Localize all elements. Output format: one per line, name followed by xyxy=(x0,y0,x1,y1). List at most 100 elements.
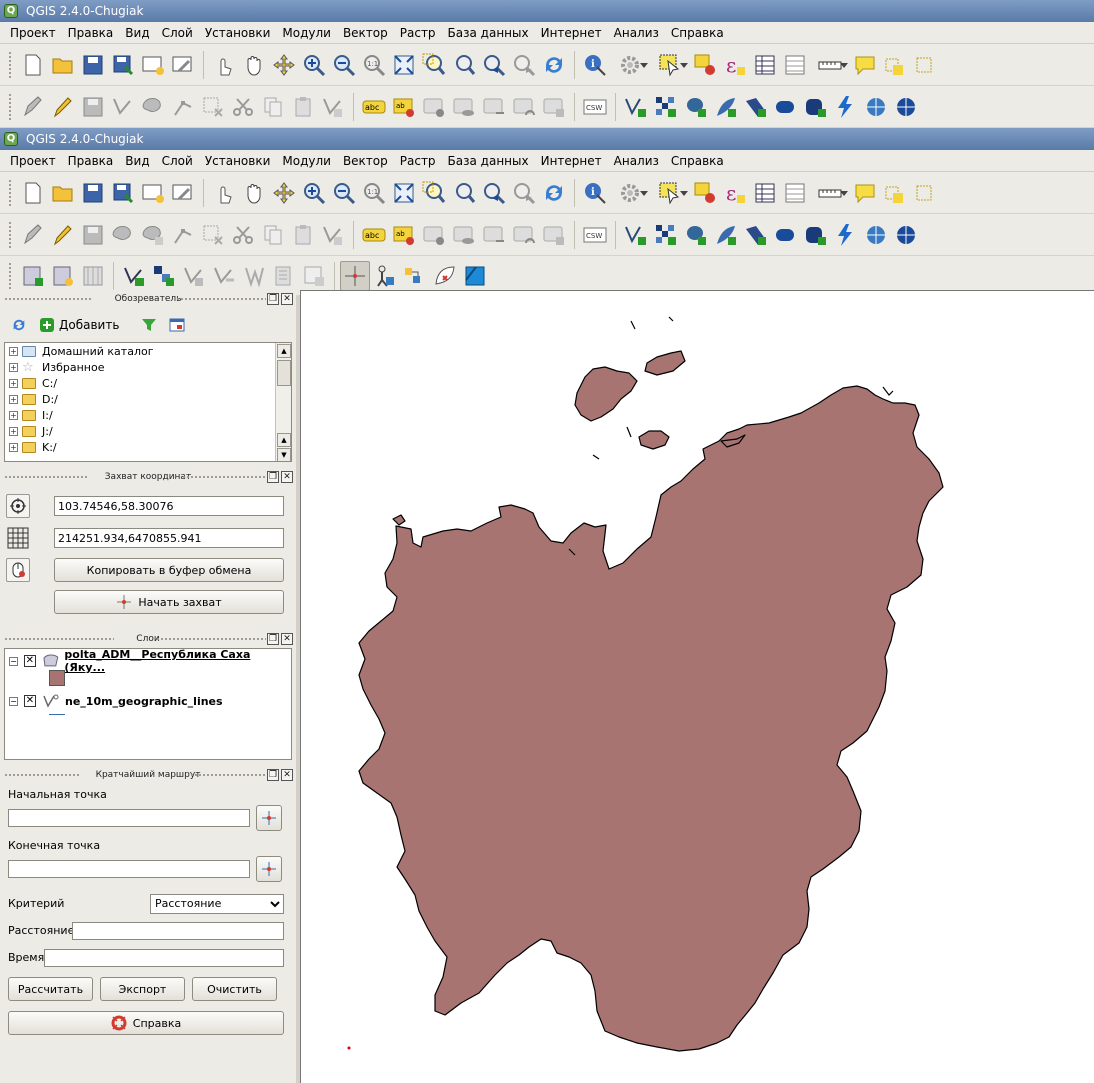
map-tips-icon[interactable] xyxy=(850,178,880,208)
layers-tree[interactable]: − ✕ polta_ADM__Республика Саха (Яку... −… xyxy=(4,648,292,760)
yakutia-region-polygon[interactable] xyxy=(358,385,944,1052)
geographic-coordinates-field[interactable] xyxy=(54,496,284,516)
statistical-summary-icon[interactable] xyxy=(780,50,810,80)
map-tips-icon[interactable] xyxy=(850,50,880,80)
zoom-actual-size-icon[interactable]: 1:1 xyxy=(359,178,389,208)
zoom-actual-size-icon[interactable]: 1:1 xyxy=(359,50,389,80)
island-tiny-west[interactable] xyxy=(392,514,406,526)
zoom-in-icon[interactable] xyxy=(299,50,329,80)
label-pin-icon[interactable]: ab xyxy=(389,220,419,250)
label-change-icon[interactable] xyxy=(539,220,569,250)
advanced-digitizing-icon[interactable] xyxy=(318,220,348,250)
field-calculator-icon[interactable]: ε xyxy=(720,178,750,208)
island-middle[interactable] xyxy=(638,430,670,450)
menu-view[interactable]: Вид xyxy=(119,26,155,40)
coordinate-capture-tool-icon[interactable] xyxy=(48,261,78,291)
identify-features-icon[interactable]: i xyxy=(580,178,610,208)
show-bookmarks-icon[interactable] xyxy=(910,50,940,80)
browser-scrollbar[interactable]: ▲ ▲ ▼ xyxy=(275,343,291,461)
island-large-west[interactable] xyxy=(574,366,638,422)
criterion-select[interactable]: Расстояние xyxy=(150,893,284,914)
label-move-icon[interactable] xyxy=(479,220,509,250)
new-shapefile-icon[interactable] xyxy=(119,261,149,291)
close-panel-icon[interactable]: ✕ xyxy=(281,633,293,645)
float-panel-icon[interactable]: ❐ xyxy=(267,769,279,781)
coordinate-capture-panel-header[interactable]: Захват координат ❐ ✕ xyxy=(0,470,296,486)
measure-line-icon[interactable] xyxy=(810,50,850,80)
zoom-full-icon[interactable] xyxy=(389,50,419,80)
toolbar-grip[interactable] xyxy=(8,92,12,121)
zoom-next-icon[interactable] xyxy=(509,50,539,80)
menu-layer[interactable]: Слой xyxy=(156,26,199,40)
save-layer-edits-icon[interactable] xyxy=(78,92,108,122)
menu-web[interactable]: Интернет xyxy=(535,154,608,168)
field-calculator-icon[interactable]: ε xyxy=(720,50,750,80)
run-feature-action-icon[interactable] xyxy=(610,50,650,80)
map-canvas[interactable] xyxy=(300,290,1094,1083)
float-panel-icon[interactable]: ❐ xyxy=(267,293,279,305)
track-mouse-icon[interactable] xyxy=(6,558,30,582)
pan-map-icon[interactable] xyxy=(239,178,269,208)
island-small-north[interactable] xyxy=(644,350,686,376)
float-panel-icon[interactable]: ❐ xyxy=(267,633,279,645)
run-feature-action-icon[interactable] xyxy=(610,178,650,208)
gps-tools-icon[interactable] xyxy=(18,261,48,291)
new-bookmark-icon[interactable] xyxy=(880,178,910,208)
offset-curve-icon[interactable] xyxy=(269,261,299,291)
add-wfs-layer-icon[interactable] xyxy=(891,92,921,122)
advanced-digitizing-icon[interactable] xyxy=(318,92,348,122)
add-vector-layer-icon[interactable] xyxy=(621,220,651,250)
menu-plugins[interactable]: Модули xyxy=(276,154,337,168)
line-symbol-swatch[interactable] xyxy=(49,713,65,715)
save-as-icon[interactable] xyxy=(108,50,138,80)
menu-edit[interactable]: Правка xyxy=(62,154,120,168)
delete-selected-icon[interactable] xyxy=(198,220,228,250)
add-postgis-layer-icon[interactable] xyxy=(681,220,711,250)
zoom-last-icon[interactable] xyxy=(479,50,509,80)
time-field[interactable] xyxy=(44,948,284,967)
scroll-thumb[interactable] xyxy=(277,360,291,386)
reshape-features-icon[interactable] xyxy=(239,261,269,291)
deselect-all-icon[interactable] xyxy=(690,178,720,208)
refresh-browser-button[interactable] xyxy=(8,315,30,335)
save-project-icon[interactable] xyxy=(78,50,108,80)
touch-zoom-pan-icon[interactable] xyxy=(209,178,239,208)
cut-features-icon[interactable] xyxy=(228,220,258,250)
label-pin-gray-icon[interactable] xyxy=(419,220,449,250)
zoom-to-layer-icon[interactable] xyxy=(449,50,479,80)
toggle-editing-icon[interactable] xyxy=(48,92,78,122)
touch-zoom-pan-icon[interactable] xyxy=(209,50,239,80)
zoom-out-icon[interactable] xyxy=(329,178,359,208)
zoom-to-selection-icon[interactable] xyxy=(419,178,449,208)
close-panel-icon[interactable]: ✕ xyxy=(281,471,293,483)
tree-item-favourites[interactable]: + ☆ Избранное xyxy=(5,359,291,375)
cut-features-icon[interactable] xyxy=(228,92,258,122)
add-mssql-layer-icon[interactable] xyxy=(741,220,771,250)
copy-features-icon[interactable] xyxy=(258,92,288,122)
toggle-editing-icon[interactable] xyxy=(48,220,78,250)
attribute-table-icon[interactable] xyxy=(750,50,780,80)
label-show-hide-icon[interactable] xyxy=(449,220,479,250)
zoom-out-icon[interactable] xyxy=(329,50,359,80)
add-postgis-layer-icon[interactable] xyxy=(681,92,711,122)
deselect-all-icon[interactable] xyxy=(690,50,720,80)
toolbar-grip[interactable] xyxy=(8,261,12,290)
scroll-down-icon[interactable]: ▼ xyxy=(277,448,291,461)
menu-settings[interactable]: Установки xyxy=(199,154,277,168)
new-bookmark-icon[interactable] xyxy=(880,50,910,80)
move-feature-icon[interactable] xyxy=(138,220,168,250)
split-features-icon[interactable] xyxy=(299,261,329,291)
expand-icon[interactable]: + xyxy=(9,378,18,388)
composer-manager-icon[interactable] xyxy=(168,178,198,208)
float-panel-icon[interactable]: ❐ xyxy=(267,471,279,483)
add-mssql-layer-icon[interactable] xyxy=(741,92,771,122)
add-spatialite-layer-icon[interactable] xyxy=(711,220,741,250)
tree-item-home[interactable]: + Домашний каталог xyxy=(5,343,291,359)
label-rotate-icon[interactable] xyxy=(509,92,539,122)
georeferencer-icon[interactable] xyxy=(400,261,430,291)
menu-view[interactable]: Вид xyxy=(119,154,155,168)
menu-analysis[interactable]: Анализ xyxy=(608,26,665,40)
calculate-button[interactable]: Рассчитать xyxy=(8,977,93,1001)
select-features-icon[interactable] xyxy=(650,50,690,80)
pan-to-selection-icon[interactable] xyxy=(269,178,299,208)
